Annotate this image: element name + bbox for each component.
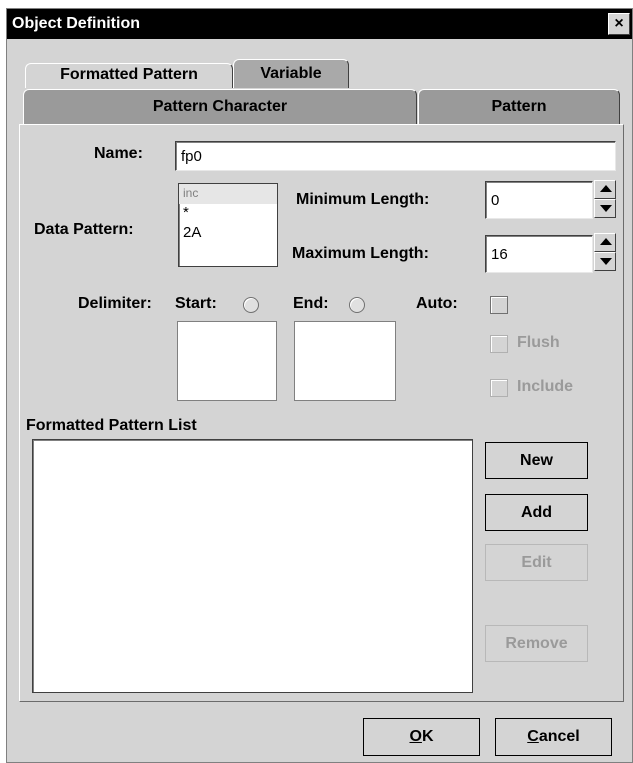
end-radio[interactable] (349, 297, 365, 313)
delimiter-label: Delimiter: (78, 295, 152, 312)
start-label: Start: (175, 295, 217, 312)
button-label: New (520, 452, 553, 469)
list-item[interactable]: 2A (179, 224, 277, 244)
button-label: Edit (521, 554, 552, 571)
arrow-up-icon (600, 185, 612, 192)
spin-down-button[interactable] (594, 252, 616, 271)
formatted-pattern-list-title: Formatted Pattern List (26, 417, 197, 434)
tab-pattern[interactable]: Pattern (418, 89, 620, 124)
cancel-label: ancel (538, 728, 580, 745)
tab-label: Variable (260, 65, 322, 82)
tab-content-panel: Name: Data Pattern: inc * 2A Minimum Len… (19, 124, 624, 702)
min-length-label: Minimum Length: (296, 191, 430, 208)
tab-variable[interactable]: Variable (233, 59, 349, 88)
spin-up-button[interactable] (594, 233, 616, 252)
include-checkbox[interactable] (490, 379, 508, 397)
ok-button[interactable]: OK (363, 718, 480, 756)
edit-button[interactable]: Edit (485, 544, 588, 581)
end-delimiter-box[interactable] (294, 321, 396, 401)
button-label: Add (520, 504, 553, 521)
tab-label: Pattern (491, 98, 547, 115)
arrow-down-icon (600, 258, 612, 265)
tab-formatted-pattern[interactable]: Formatted Pattern (25, 63, 233, 88)
max-length-spinner (594, 233, 616, 271)
button-label: Remove (505, 635, 568, 652)
dialog-title: Object Definition (12, 15, 140, 32)
tab-label: Formatted Pattern (60, 66, 198, 83)
flush-label: Flush (517, 334, 560, 351)
cancel-button[interactable]: Cancel (495, 718, 612, 756)
max-length-label: Maximum Length: (292, 245, 429, 262)
title-bar: Object Definition × (7, 9, 632, 39)
include-label: Include (517, 378, 574, 395)
arrow-down-icon (600, 205, 612, 212)
max-length-input[interactable] (485, 235, 593, 273)
end-label: End: (293, 295, 329, 312)
new-button[interactable]: New (485, 442, 588, 479)
spin-down-button[interactable] (594, 199, 616, 218)
auto-checkbox[interactable] (490, 296, 508, 314)
ok-mnemonic: O (409, 728, 422, 745)
cancel-mnemonic: C (527, 728, 539, 745)
list-item[interactable]: * (179, 204, 277, 224)
start-radio[interactable] (243, 297, 259, 313)
object-definition-dialog: Object Definition × Formatted Pattern Va… (6, 8, 633, 763)
tab-pattern-character[interactable]: Pattern Character (23, 89, 417, 124)
close-button[interactable]: × (608, 13, 630, 35)
close-icon: × (614, 15, 624, 32)
arrow-up-icon (600, 238, 612, 245)
data-pattern-list[interactable]: inc * 2A (178, 183, 278, 267)
min-length-spinner (594, 180, 616, 218)
name-input[interactable] (175, 141, 616, 171)
spin-up-button[interactable] (594, 180, 616, 199)
auto-label: Auto: (416, 295, 458, 312)
start-delimiter-box[interactable] (177, 321, 277, 401)
add-button[interactable]: Add (485, 494, 588, 531)
tab-label: Pattern Character (152, 98, 288, 115)
flush-checkbox[interactable] (490, 335, 508, 353)
formatted-pattern-list[interactable] (32, 439, 473, 693)
list-item[interactable]: inc (179, 184, 277, 204)
min-length-input[interactable] (485, 181, 593, 219)
name-label: Name: (94, 145, 143, 162)
ok-label: K (421, 728, 434, 745)
data-pattern-label: Data Pattern: (34, 221, 134, 238)
remove-button[interactable]: Remove (485, 625, 588, 662)
